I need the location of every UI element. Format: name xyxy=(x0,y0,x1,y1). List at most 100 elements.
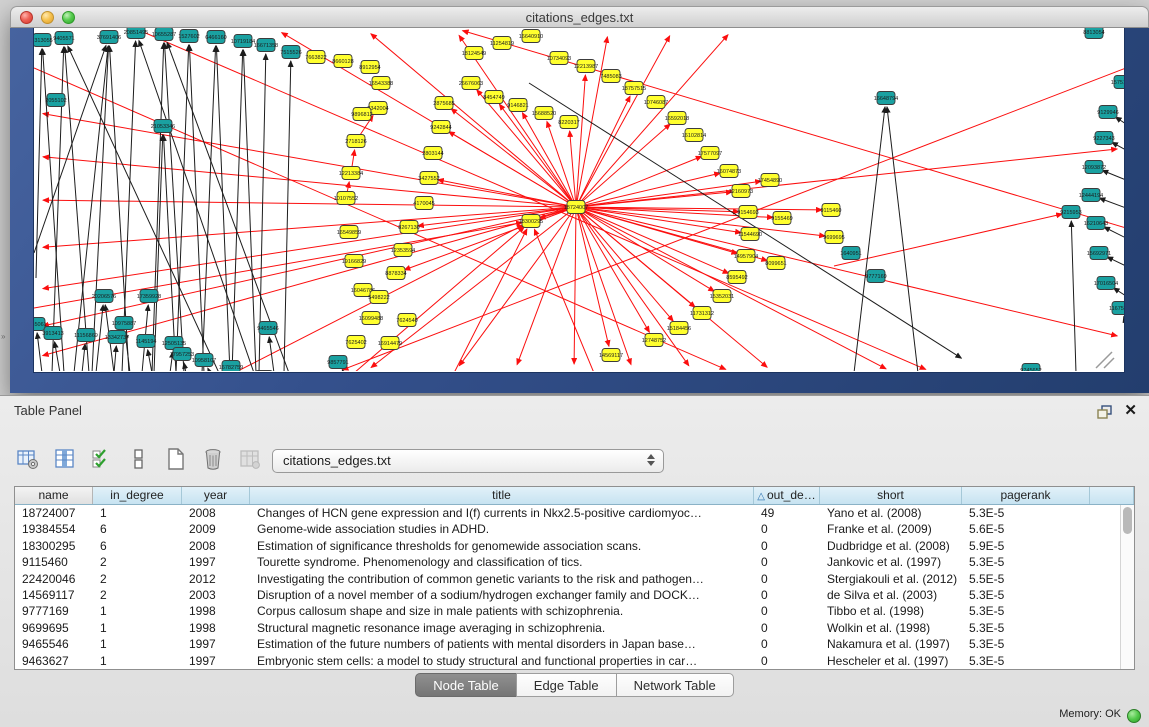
graph-node[interactable]: 8813054 xyxy=(1083,28,1104,39)
graph-node[interactable]: 12093872 xyxy=(1082,161,1106,174)
graph-node[interactable]: 8099651 xyxy=(765,257,786,270)
close-panel-icon[interactable]: ✕ xyxy=(1124,401,1137,419)
graph-node[interactable]: 17454890 xyxy=(758,174,782,187)
graph-node[interactable]: 16592018 xyxy=(665,112,689,125)
graph-node[interactable]: 7625402 xyxy=(345,336,366,349)
table-row[interactable]: 2242004622012Investigating the contribut… xyxy=(15,571,1120,587)
graph-node[interactable]: 15688520 xyxy=(532,107,556,120)
graph-node[interactable]: 15751074 xyxy=(1111,76,1124,89)
table-cell[interactable]: Investigating the contribution of common… xyxy=(250,571,754,587)
table-cell[interactable]: 1998 xyxy=(182,620,250,636)
graph-node[interactable]: 11156869 xyxy=(74,329,98,342)
graph-node[interactable]: 10655287 xyxy=(152,28,176,41)
table-row[interactable]: 1456911722003Disruption of a novel membe… xyxy=(15,587,1120,603)
panel-collapse-handle[interactable]: » xyxy=(1,332,5,341)
graph-node[interactable]: 8220317 xyxy=(558,116,579,129)
table-row[interactable]: 1938455462009Genome-wide association stu… xyxy=(15,521,1120,537)
table-cell[interactable]: 2 xyxy=(93,587,182,603)
table-cell[interactable]: 2 xyxy=(93,554,182,570)
column-header-pagerank[interactable]: pagerank xyxy=(962,487,1090,504)
graph-node[interactable]: 16074873 xyxy=(717,165,741,178)
graph-node[interactable]: 14957904 xyxy=(734,250,758,263)
table-cell[interactable]: 9699695 xyxy=(15,620,93,636)
table-cell[interactable]: 49 xyxy=(754,505,820,521)
table-cell[interactable]: 0 xyxy=(754,587,820,603)
table-cell[interactable]: 2012 xyxy=(182,571,250,587)
graph-node[interactable]: 16099488 xyxy=(359,312,383,325)
minimize-window-button[interactable] xyxy=(41,11,54,24)
table-cell[interactable]: Estimation of significance thresholds fo… xyxy=(250,538,754,554)
graph-node[interactable]: 5498222 xyxy=(368,291,389,304)
table-cell[interactable]: 2009 xyxy=(182,521,250,537)
table-cell[interactable]: 2008 xyxy=(182,505,250,521)
table-cell[interactable]: Stergiakouli et al. (2012) xyxy=(820,571,962,587)
table-cell[interactable]: 0 xyxy=(754,603,820,619)
table-row[interactable]: 1830029562008Estimation of significance … xyxy=(15,538,1120,554)
graph-node[interactable]: 9896812 xyxy=(351,108,372,121)
table-cell[interactable]: Yano et al. (2008) xyxy=(820,505,962,521)
table-cell[interactable]: 14569117 xyxy=(15,587,93,603)
graph-node[interactable]: 9245652 xyxy=(1020,364,1041,372)
graph-node[interactable]: 3913413 xyxy=(42,327,63,340)
network-canvas[interactable]: 9313055940557137691406208514951065528715… xyxy=(33,28,1125,373)
graph-node[interactable]: 9155469 xyxy=(771,212,792,225)
table-settings-icon[interactable] xyxy=(14,446,42,472)
graph-node[interactable]: 14569117 xyxy=(599,349,623,362)
table-cell[interactable]: Corpus callosum shape and size in male p… xyxy=(250,603,754,619)
table-cell[interactable]: Embryonic stem cells: a model to study s… xyxy=(250,653,754,669)
table-cell[interactable]: Disruption of a novel member of a sodium… xyxy=(250,587,754,603)
show-columns-icon[interactable] xyxy=(51,446,79,472)
graph-node[interactable]: 12444194 xyxy=(1079,189,1103,202)
table-cell[interactable]: 0 xyxy=(754,571,820,587)
graph-node[interactable]: 7624540 xyxy=(396,314,417,327)
graph-node[interactable]: 8912954 xyxy=(359,61,380,74)
column-header-short[interactable]: short xyxy=(820,487,962,504)
table-cell[interactable]: 5.3E-5 xyxy=(962,603,1090,619)
graph-node[interactable]: 16914479 xyxy=(378,337,402,350)
table-cell[interactable]: Changes of HCN gene expression and I(f) … xyxy=(250,505,754,521)
table-scrollbar[interactable] xyxy=(1120,505,1134,669)
graph-node[interactable]: 9465546 xyxy=(257,322,278,335)
graph-node[interactable]: 16210643 xyxy=(1084,217,1108,230)
graph-node[interactable]: 20206576 xyxy=(92,290,116,303)
table-cell[interactable]: 6 xyxy=(93,521,182,537)
graph-node[interactable]: 11731312 xyxy=(690,307,714,320)
table-row[interactable]: 969969511998Structural magnetic resonanc… xyxy=(15,620,1120,636)
graph-node[interactable]: 17957253 xyxy=(170,348,194,361)
citation-graph[interactable]: 9313055940557137691406208514951065528715… xyxy=(34,28,1124,371)
table-cell[interactable]: 18300295 xyxy=(15,538,93,554)
graph-node[interactable]: 8660128 xyxy=(332,55,353,68)
graph-node[interactable]: 8878334 xyxy=(385,267,406,280)
graph-node[interactable]: 8454749 xyxy=(483,91,504,104)
tab-network-table[interactable]: Network Table xyxy=(616,673,734,697)
table-cell[interactable]: 5.3E-5 xyxy=(962,620,1090,636)
graph-node[interactable]: 8595492 xyxy=(726,271,747,284)
tab-node-table[interactable]: Node Table xyxy=(415,673,517,697)
column-header-indegree[interactable]: in_degree xyxy=(93,487,182,504)
graph-node[interactable]: 26676063 xyxy=(459,77,483,90)
graph-node[interactable]: 7485083 xyxy=(600,70,621,83)
graph-node[interactable]: 10746087 xyxy=(644,96,668,109)
canvas-resize-grip[interactable] xyxy=(1096,352,1114,368)
zoom-window-button[interactable] xyxy=(62,11,75,24)
graph-node[interactable]: 10958107 xyxy=(192,354,216,367)
graph-node[interactable]: 9857791 xyxy=(327,356,348,369)
graph-node[interactable]: 2055102 xyxy=(45,94,66,107)
graph-node[interactable]: 10719184 xyxy=(231,35,255,48)
close-window-button[interactable] xyxy=(20,11,33,24)
graph-node[interactable]: 37691406 xyxy=(97,31,121,44)
graph-node[interactable]: 16782759 xyxy=(219,361,243,372)
graph-node[interactable]: 16549859 xyxy=(337,226,361,239)
graph-node[interactable]: 17577097 xyxy=(698,147,722,160)
graph-node[interactable]: 19166829 xyxy=(342,255,366,268)
graph-node[interactable]: 4170045 xyxy=(413,197,434,210)
table-cell[interactable]: de Silva et al. (2003) xyxy=(820,587,962,603)
table-cell[interactable]: 9463627 xyxy=(15,653,93,669)
graph-node[interactable]: 9129946 xyxy=(1097,106,1118,119)
graph-node[interactable]: 16648794 xyxy=(874,92,898,105)
table-cell[interactable]: Genome-wide association studies in ADHD. xyxy=(250,521,754,537)
graph-node[interactable]: 9146821 xyxy=(507,99,528,112)
graph-node[interactable]: 9154693 xyxy=(737,206,758,219)
table-cell[interactable]: 18724007 xyxy=(15,505,93,521)
graph-node[interactable]: 9699695 xyxy=(823,231,844,244)
